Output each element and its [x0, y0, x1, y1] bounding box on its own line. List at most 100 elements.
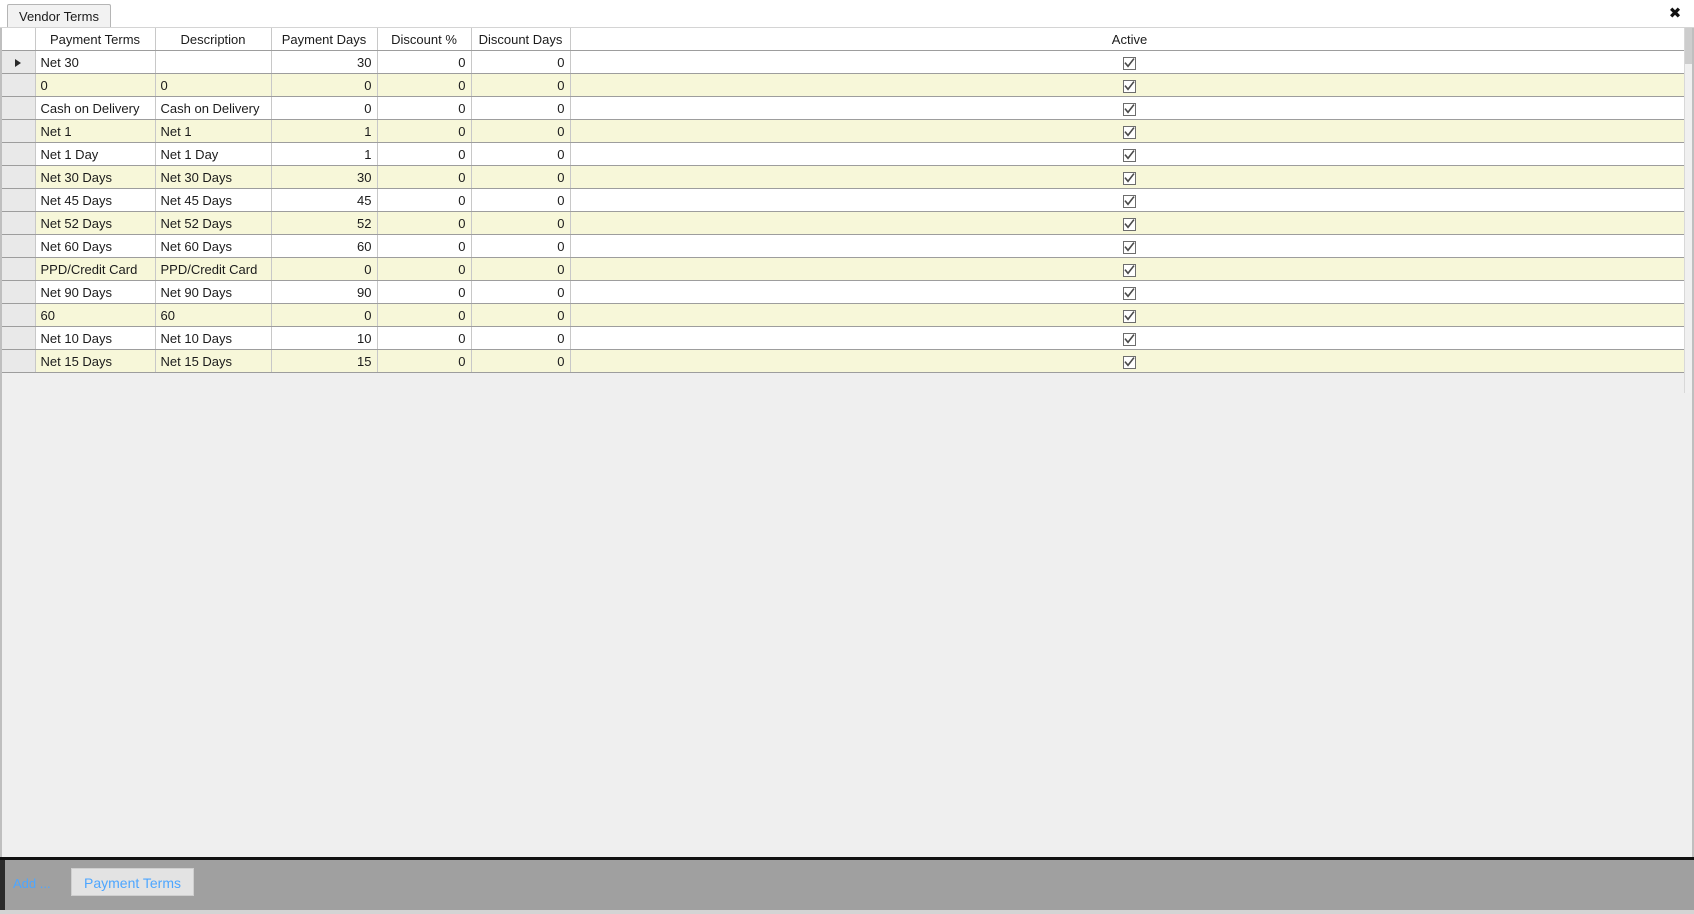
cell-description[interactable]: Net 30 Days	[155, 165, 272, 189]
cell-payment-terms[interactable]: Net 52 Days	[35, 211, 156, 235]
cell-description[interactable]: 60	[155, 303, 272, 327]
cell-payment-days[interactable]: 1	[271, 119, 378, 143]
cell-active[interactable]	[570, 349, 1690, 373]
cell-active[interactable]	[570, 280, 1690, 304]
active-checkbox[interactable]	[1123, 332, 1136, 346]
column-header-discount-days[interactable]: Discount Days	[471, 28, 571, 51]
cell-discount-pct[interactable]: 0	[377, 142, 472, 166]
cell-payment-terms[interactable]: Net 30 Days	[35, 165, 156, 189]
column-header-discount-pct[interactable]: Discount %	[377, 28, 472, 51]
table-row[interactable]: Net 1 Net 1100	[2, 119, 1690, 143]
cell-payment-days[interactable]: 90	[271, 280, 378, 304]
table-row[interactable]: Cash on Delivery Cash on Delivery 0 0 0	[2, 96, 1690, 120]
table-row[interactable]: Net 45 Days Net 45 Days 45 0 0	[2, 188, 1690, 212]
row-selector-cell[interactable]	[2, 73, 36, 97]
active-checkbox[interactable]	[1123, 171, 1136, 185]
active-checkbox[interactable]	[1123, 194, 1136, 208]
row-selector-cell[interactable]	[2, 50, 36, 74]
cell-description[interactable]: Net 1	[155, 119, 272, 143]
cell-payment-days[interactable]: 30	[271, 50, 378, 74]
row-selector-cell[interactable]	[2, 211, 36, 235]
cell-discount-days[interactable]: 0	[471, 165, 571, 189]
scrollbar-thumb[interactable]	[1685, 28, 1692, 64]
cell-discount-pct[interactable]: 0	[377, 165, 472, 189]
cell-discount-pct[interactable]: 0	[377, 73, 472, 97]
cell-active[interactable]	[570, 234, 1690, 258]
cell-payment-terms[interactable]: Net 60 Days	[35, 234, 156, 258]
cell-payment-days[interactable]: 0	[271, 96, 378, 120]
cell-discount-days[interactable]: 0	[471, 257, 571, 281]
table-row[interactable]: Net 52 Days Net 52 Days 52 0 0	[2, 211, 1690, 235]
cell-active[interactable]	[570, 119, 1690, 143]
tab-vendor-terms[interactable]: Vendor Terms	[7, 4, 111, 27]
table-row[interactable]: Net 60 Days Net 60 Days 60 0 0	[2, 234, 1690, 258]
cell-discount-pct[interactable]: 0	[377, 188, 472, 212]
cell-payment-terms[interactable]: Net 1 Day	[35, 142, 156, 166]
cell-payment-terms[interactable]: PPD/Credit Card	[35, 257, 156, 281]
table-row[interactable]: 60 60 0 0 0	[2, 303, 1690, 327]
cell-payment-days[interactable]: 10	[271, 326, 378, 350]
cell-discount-days[interactable]: 0	[471, 119, 571, 143]
active-checkbox[interactable]	[1123, 148, 1136, 162]
cell-discount-pct[interactable]: 0	[377, 211, 472, 235]
grid-vertical-scrollbar[interactable]	[1684, 28, 1692, 393]
active-checkbox[interactable]	[1123, 217, 1136, 231]
cell-discount-pct[interactable]: 0	[377, 119, 472, 143]
active-checkbox[interactable]	[1123, 102, 1136, 116]
table-row[interactable]: Net 30 30 0 0	[2, 50, 1690, 74]
row-selector-cell[interactable]	[2, 303, 36, 327]
cell-payment-days[interactable]: 0	[271, 303, 378, 327]
table-row[interactable]: Net 90 Days Net 90 Days 90 0 0	[2, 280, 1690, 304]
cell-description[interactable]: Net 10 Days	[155, 326, 272, 350]
cell-discount-days[interactable]: 0	[471, 50, 571, 74]
cell-payment-days[interactable]: 52	[271, 211, 378, 235]
row-selector-cell[interactable]	[2, 188, 36, 212]
cell-description[interactable]: Net 1 Day	[155, 142, 272, 166]
cell-payment-terms[interactable]: Net 90 Days	[35, 280, 156, 304]
cell-active[interactable]	[570, 165, 1690, 189]
cell-payment-days[interactable]: 1	[271, 142, 378, 166]
active-checkbox[interactable]	[1123, 240, 1136, 254]
table-row[interactable]: Net 30 Days Net 30 Days 30 0 0	[2, 165, 1690, 189]
cell-payment-days[interactable]: 0	[271, 257, 378, 281]
cell-payment-days[interactable]: 0	[271, 73, 378, 97]
active-checkbox[interactable]	[1123, 309, 1136, 323]
cell-description[interactable]: PPD/Credit Card	[155, 257, 272, 281]
cell-discount-days[interactable]: 0	[471, 96, 571, 120]
row-selector-cell[interactable]	[2, 142, 36, 166]
cell-payment-terms[interactable]: Net 30	[35, 50, 156, 74]
cell-discount-days[interactable]: 0	[471, 349, 571, 373]
cell-active[interactable]	[570, 303, 1690, 327]
cell-discount-days[interactable]: 0	[471, 188, 571, 212]
column-header-payment-terms[interactable]: Payment Terms	[35, 28, 156, 51]
cell-payment-terms[interactable]: Net 45 Days	[35, 188, 156, 212]
close-icon[interactable]: ✖	[1665, 3, 1685, 23]
add-label[interactable]: Add ...	[13, 876, 51, 891]
cell-discount-pct[interactable]: 0	[377, 96, 472, 120]
active-checkbox[interactable]	[1123, 263, 1136, 277]
cell-active[interactable]	[570, 211, 1690, 235]
row-selector-cell[interactable]	[2, 119, 36, 143]
cell-discount-days[interactable]: 0	[471, 326, 571, 350]
cell-payment-terms[interactable]: Cash on Delivery	[35, 96, 156, 120]
table-row[interactable]: Net 1 Day Net 1 Day 1 0 0	[2, 142, 1690, 166]
cell-description[interactable]: Net 15 Days	[155, 349, 272, 373]
cell-payment-terms[interactable]: Net 1	[35, 119, 156, 143]
active-checkbox[interactable]	[1123, 286, 1136, 300]
table-row[interactable]: Net 10 Days Net 10 Days 10 0 0	[2, 326, 1690, 350]
active-checkbox[interactable]	[1123, 355, 1136, 369]
cell-discount-pct[interactable]: 0	[377, 326, 472, 350]
row-selector-cell[interactable]	[2, 257, 36, 281]
cell-discount-days[interactable]: 0	[471, 303, 571, 327]
active-checkbox[interactable]	[1123, 79, 1136, 93]
cell-description[interactable]: Net 90 Days	[155, 280, 272, 304]
cell-payment-days[interactable]: 30	[271, 165, 378, 189]
cell-discount-days[interactable]: 0	[471, 280, 571, 304]
cell-description[interactable]	[155, 50, 272, 74]
cell-payment-terms[interactable]: 60	[35, 303, 156, 327]
cell-payment-terms[interactable]: 0	[35, 73, 156, 97]
active-checkbox[interactable]	[1123, 125, 1136, 139]
cell-discount-days[interactable]: 0	[471, 211, 571, 235]
cell-discount-days[interactable]: 0	[471, 234, 571, 258]
cell-discount-pct[interactable]: 0	[377, 234, 472, 258]
